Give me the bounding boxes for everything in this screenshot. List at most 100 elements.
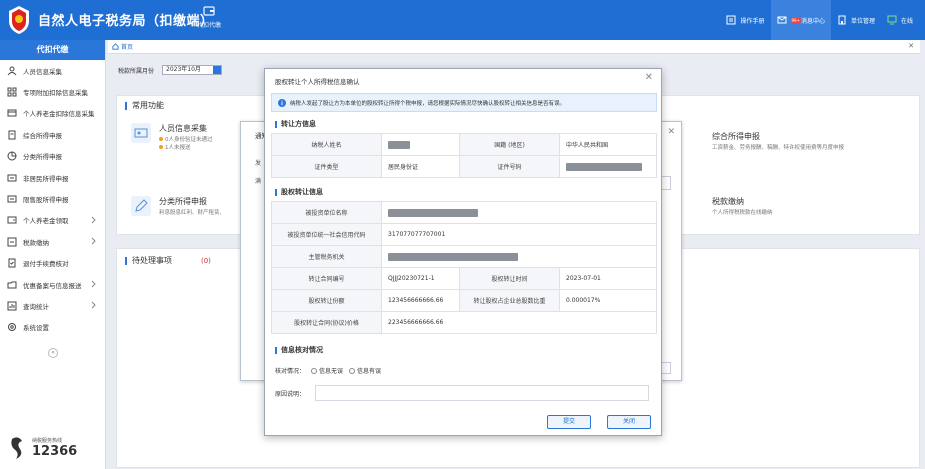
close-icon[interactable]: ✕	[667, 127, 675, 137]
pending-title: 待处理事项	[125, 257, 172, 265]
credit-code-label: 被投资单位统一社会信用代码	[271, 223, 382, 246]
pie-icon	[7, 151, 17, 161]
sidebar-item-label: 个人养老金扣除信息采集	[23, 110, 95, 119]
service-person-sub2: 1人未报送	[159, 143, 191, 151]
credit-code-value: 317077077707001	[381, 223, 657, 246]
submit-button[interactable]: 提交	[547, 415, 591, 429]
background-dialog-text-a: 发	[255, 160, 262, 167]
wallet-icon	[203, 6, 215, 16]
manual-label: 操作手册	[740, 17, 765, 25]
close-button[interactable]: 关闭	[607, 415, 651, 429]
sidebar-item-fee-refund-check[interactable]: 退付手续费核对	[0, 253, 105, 274]
investee-label: 被投资单位名称	[271, 201, 382, 224]
unit-management-button[interactable]: 单位管理	[831, 0, 881, 40]
sidebar: 代扣代缴 人员信息采集 专项附加扣除信息采集 个人养老金扣除信息采集 综合所得申…	[0, 40, 106, 469]
id-type-label: 证件类型	[271, 155, 382, 178]
service-person-info[interactable]: 人员信息采集 0人身份验证未通过 1人未报送	[131, 123, 251, 155]
notice-banner: 纳税人发起了股让方为本单位的股权转让所得个税申报，请您根据实际情况尽快确认股权转…	[271, 93, 657, 112]
id-card-icon	[131, 123, 151, 143]
sidebar-item-system-settings[interactable]: 系统设置	[0, 317, 105, 338]
sidebar-item-label: 税款缴纳	[23, 238, 49, 247]
sidebar-item-preferential-filing[interactable]: 优惠备案与信息报送	[0, 274, 105, 295]
service-comprehensive-sub: 工资薪金、劳务报酬、稿酬、特许权使用费等月度申报	[712, 145, 845, 151]
sidebar-item-label: 系统设置	[23, 324, 49, 333]
period-label: 税款所属月份	[118, 67, 155, 75]
pending-count: (0)	[201, 257, 211, 265]
sidebar-item-restricted-stock-report[interactable]: 限售股所得申报	[0, 188, 105, 209]
tab-home[interactable]: 首页	[112, 42, 133, 51]
region-value: 中华人民共和国	[559, 133, 657, 156]
stock-icon	[7, 195, 17, 203]
service-comprehensive-report[interactable]: 综合所得申报 工资薪金、劳务报酬、稿酬、特许权使用费等月度申报	[684, 131, 884, 161]
tax-authority-label: 主管税务机关	[271, 245, 382, 268]
sidebar-item-pension-deduction[interactable]: 个人养老金扣除信息采集	[0, 103, 105, 124]
equity-section-title: 股权转让信息	[275, 189, 323, 196]
online-status-button[interactable]: 在线	[881, 0, 919, 40]
service-classified-name: 分类所得申报	[159, 197, 207, 206]
sidebar-item-label: 专项附加扣除信息采集	[23, 89, 88, 98]
close-icon[interactable]: ✕	[645, 72, 653, 83]
verify-section-title: 信息核对情况	[275, 347, 323, 354]
message-center-button[interactable]: 99+ 消息中心	[770, 0, 831, 40]
radio-correct-label: 信息无误	[319, 368, 344, 375]
message-icon	[777, 16, 786, 24]
reason-input[interactable]	[315, 385, 650, 401]
transferor-table: 纳税人姓名 国籍 (地区) 中华人民共和国 证件类型 居民身份证 证件号码	[271, 133, 657, 178]
sidebar-item-nonresident-report[interactable]: 非居民所得申报	[0, 167, 105, 188]
sidebar-item-label: 优惠备案与信息报送	[23, 281, 82, 290]
sidebar-item-label: 查询统计	[23, 302, 49, 311]
sidebar-item-label: 综合所得申报	[23, 131, 62, 140]
ratio-value: 0.000017%	[559, 289, 657, 312]
name-label: 纳税人姓名	[271, 133, 382, 156]
top-actions: 操作手册 99+ 消息中心 单位管理 在线	[720, 0, 919, 40]
radio-correct[interactable]	[311, 367, 318, 374]
message-badge: 99+	[790, 17, 801, 23]
manual-button[interactable]: 操作手册	[720, 0, 770, 40]
sidebar-item-query-statistics[interactable]: 查询统计	[0, 295, 105, 316]
top-bar: 自然人电子税务局（扣缴端） 代扣代缴 操作手册 99+ 消息中心 单位管理 在线	[0, 0, 925, 40]
notice-text: 纳税人发起了股让方为本单位的股权转让所得个税申报，请您根据实际情况尽快确认股权转…	[290, 100, 566, 107]
sidebar-item-pension-claim[interactable]: 个人养老金领取	[0, 210, 105, 231]
online-label: 在线	[900, 17, 913, 25]
sidebar-item-tax-payment[interactable]: 税款缴纳	[0, 231, 105, 252]
sidebar-title: 代扣代缴	[0, 40, 105, 60]
period-row: 税款所属月份 2023年10月	[118, 65, 223, 75]
contract-no-value: QJJJ20230721-1	[381, 267, 460, 290]
module-tab-withholding[interactable]: 代扣代缴	[188, 5, 230, 37]
folder-icon	[7, 281, 17, 289]
radio-wrong[interactable]	[349, 367, 356, 374]
name-value	[381, 133, 460, 156]
sidebar-collapse-button[interactable]: «	[48, 348, 58, 358]
verify-row: 核对情况： 信息无误 信息有误	[275, 366, 381, 375]
calendar-icon[interactable]	[213, 66, 222, 74]
id-number-value	[559, 155, 657, 178]
unit-management-label: 单位管理	[850, 17, 875, 25]
home-icon	[112, 43, 119, 50]
online-icon	[887, 15, 897, 25]
sidebar-item-classified-report[interactable]: 分类所得申报	[0, 146, 105, 167]
chevron-right-icon	[91, 301, 96, 309]
equity-table: 被投资单位名称 被投资单位统一社会信用代码 317077077707001 主管…	[271, 201, 657, 334]
sidebar-item-person-info[interactable]: 人员信息采集	[0, 60, 105, 81]
share-value: 123456666666.66	[381, 289, 460, 312]
list-icon	[7, 87, 17, 97]
service-person-name: 人员信息采集	[159, 124, 207, 133]
transferor-section-title: 转让方信息	[275, 121, 316, 128]
building-icon	[838, 15, 846, 25]
close-icon[interactable]: ✕	[908, 42, 914, 50]
period-select[interactable]: 2023年10月	[162, 65, 223, 75]
pension-icon	[7, 109, 17, 117]
chevron-right-icon	[91, 237, 96, 245]
info-icon	[278, 98, 286, 107]
check-doc-icon	[8, 258, 16, 268]
hotline-logo-icon	[11, 437, 22, 459]
service-tax-payment[interactable]: 税款缴纳 个人所得税税款在线缴纳	[684, 196, 804, 226]
hotline-block: 纳税服务热线 12366	[8, 435, 98, 463]
sidebar-item-special-deduction[interactable]: 专项附加扣除信息采集	[0, 81, 105, 102]
sidebar-item-comprehensive-report[interactable]: 综合所得申报	[0, 124, 105, 145]
radio-wrong-label: 信息有误	[357, 368, 382, 375]
report-icon	[8, 130, 16, 140]
tax-icon	[7, 237, 17, 247]
chart-icon	[7, 301, 17, 311]
id-number-label: 证件号码	[459, 155, 560, 178]
